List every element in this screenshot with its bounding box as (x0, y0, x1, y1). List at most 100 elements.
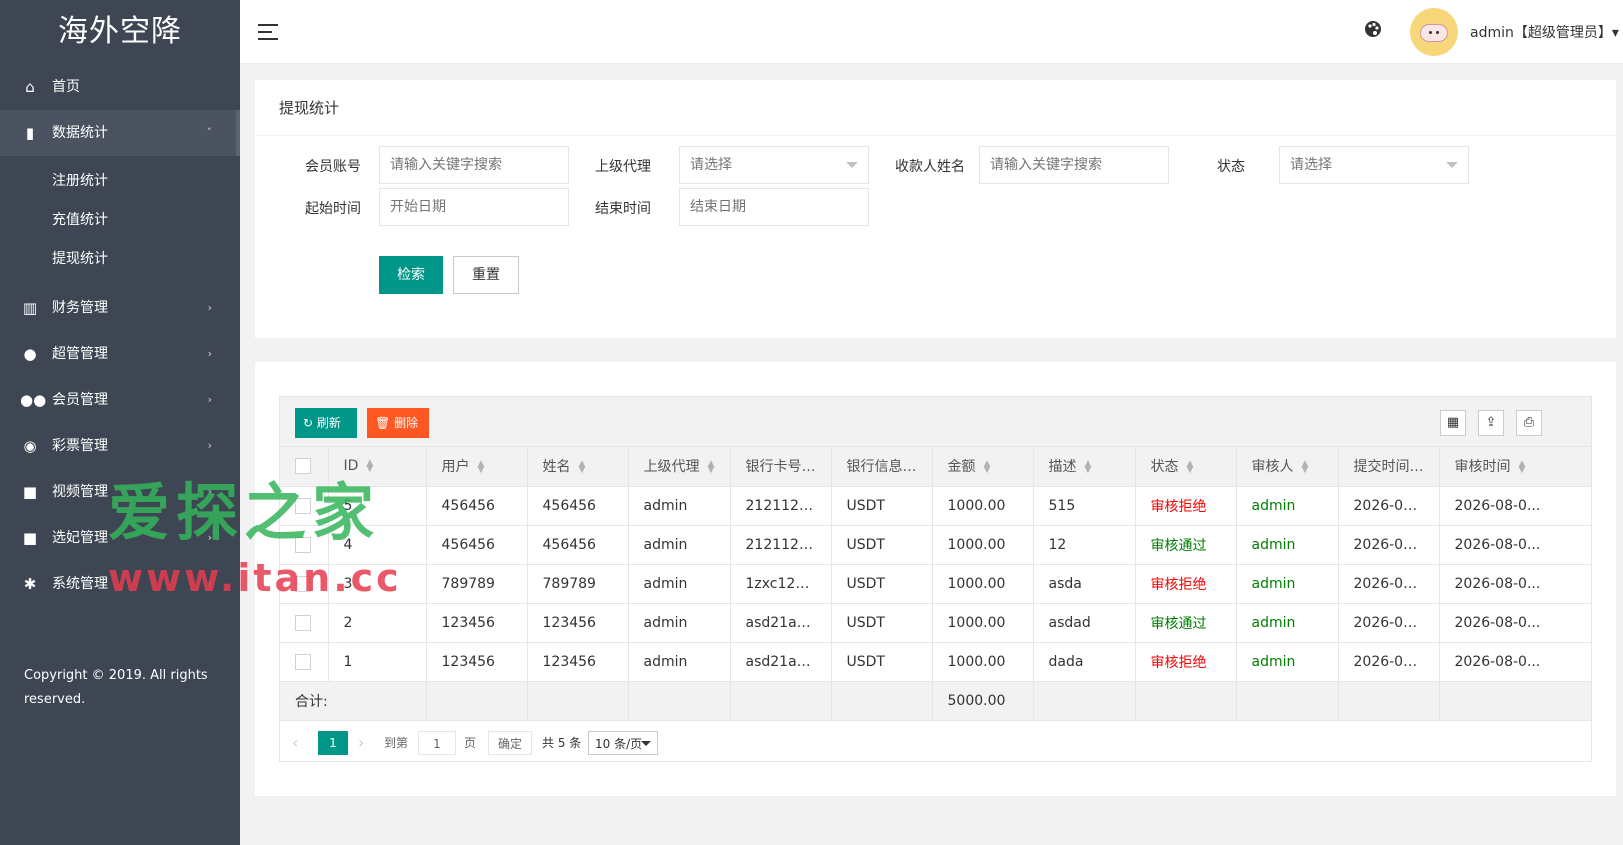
column-header[interactable]: 用户 ▲ ▼ (426, 447, 528, 487)
status-select[interactable]: 请选择 (1279, 146, 1469, 184)
column-header-label: 银行卡号 (745, 459, 802, 476)
column-header[interactable]: ID ▲ ▼ (328, 447, 427, 487)
export-icon[interactable]: ⇪ (1478, 410, 1504, 436)
cell-agent: admin (628, 642, 731, 682)
app-logo: 海外空降 (58, 14, 182, 49)
payee-name-input[interactable]: 请输入关键字搜索 (979, 146, 1169, 184)
columns-filter-icon[interactable]: ▦ (1440, 410, 1466, 436)
sidebar-item-label: 系统管理 (52, 576, 108, 592)
sort-icon[interactable]: ▲ ▼ (579, 460, 586, 475)
column-header[interactable]: 姓名 ▲ ▼ (527, 447, 629, 487)
table-row[interactable]: 5 456456 456456 admin 21211212 USDT 1000.00 515… (280, 486, 1591, 526)
column-header[interactable]: 状态 ▲ ▼ (1135, 447, 1237, 487)
column-header-label: 描述 (1048, 459, 1077, 476)
print-icon[interactable]: ⎙ (1516, 410, 1542, 436)
prev-page-icon[interactable]: ‹ (292, 731, 298, 755)
cell-card: 21211212 (730, 486, 832, 526)
start-date-input[interactable]: 开始日期 (379, 188, 569, 226)
cell-id: 2 (328, 603, 427, 643)
end-date-input[interactable]: 结束日期 (679, 188, 869, 226)
column-header[interactable]: 审核时间 ▲ ▼ (1439, 447, 1591, 487)
pagination: ‹ 1 › 到第 1 页 确定 共 5 条 10 条/页 (280, 723, 1591, 763)
table-row[interactable]: 3 789789 789789 admin 1zxc1212... USDT 1000.00… (280, 564, 1591, 604)
refresh-label: 刷新 (316, 416, 341, 430)
sidebar-subitem-1[interactable]: 充值统计 (0, 201, 240, 240)
sidebar-item-8[interactable]: ✱ 系统管理 › (0, 561, 240, 607)
row-select-cell (280, 525, 329, 565)
parent-agent-select[interactable]: 请选择 (679, 146, 869, 184)
select-all-checkbox[interactable] (295, 458, 311, 475)
data-table: ID ▲ ▼ 用户 ▲ ▼ 姓名 ▲ ▼ 上级代理 ▲ ▼ 银行卡号 ▲ ▼ 银行信息 ▲ ▼ 金额 ▲ ▼ 描述 ▲ ▼ 状态… (280, 447, 1591, 721)
cell-submit-time: 2026-08-... (1338, 603, 1440, 643)
gear-icon: ✱ (23, 575, 37, 593)
member-account-label: 会员账号 (305, 159, 361, 175)
sort-icon[interactable]: ▲ ▼ (1187, 460, 1194, 475)
column-header-label: 状态 (1150, 459, 1179, 476)
page-suffix-label: 页 (464, 736, 477, 750)
sidebar-subitem-2[interactable]: 提现统计 (0, 240, 240, 279)
sidebar-item-0[interactable]: ⌂ 首页 (0, 64, 240, 110)
column-header[interactable]: 金额 ▲ ▼ (932, 447, 1034, 487)
column-header[interactable]: 银行信息 ▲ ▼ (831, 447, 933, 487)
avatar[interactable] (1410, 8, 1458, 56)
goto-page-input[interactable]: 1 (418, 731, 456, 755)
sidebar-subitem-0[interactable]: 注册统计 (0, 162, 240, 201)
sidebar-item-7[interactable]: ■ 选妃管理 › (0, 515, 240, 561)
cell-user: 789789 (426, 564, 528, 604)
cell-desc: dada (1033, 642, 1136, 682)
cell-status: 审核拒绝 (1135, 486, 1237, 526)
table-row[interactable]: 1 123456 123456 admin asd21a1... USDT 1000.00 d… (280, 642, 1591, 682)
chevron-right-icon: › (207, 439, 212, 452)
bank-icon: ▥ (22, 299, 38, 317)
table-row[interactable]: 4 456456 456456 admin 21211212 USDT 1000.00 12 审… (280, 525, 1591, 565)
sort-icon[interactable]: ▲ ▼ (478, 460, 485, 475)
total-empty-cell (1033, 681, 1136, 721)
sidebar-item-5[interactable]: ◉ 彩票管理 › (0, 423, 240, 469)
total-empty-cell (426, 681, 528, 721)
reset-button[interactable]: 重置 (453, 256, 519, 294)
column-header[interactable]: 提交时间 ▲ ▼ (1338, 447, 1440, 487)
chevron-right-icon: › (207, 347, 212, 360)
palette-icon[interactable] (1362, 20, 1384, 42)
cell-card: asd21a1... (730, 642, 832, 682)
search-button[interactable]: 检索 (379, 256, 443, 294)
user-menu[interactable]: admin【超级管理员】▾ (1470, 22, 1619, 42)
row-checkbox[interactable] (295, 536, 311, 553)
sort-icon[interactable]: ▲ ▼ (366, 459, 373, 474)
cell-amount: 1000.00 (932, 564, 1034, 604)
column-header[interactable]: 上级代理 ▲ ▼ (628, 447, 731, 487)
page-size-select[interactable]: 10 条/页 (588, 731, 658, 755)
sidebar-item-1[interactable]: ▮ 数据统计 ˅ (0, 110, 240, 156)
sort-icon[interactable]: ▲ ▼ (1085, 460, 1092, 475)
sidebar-item-4[interactable]: ●● 会员管理 › (0, 377, 240, 423)
current-page-button[interactable]: 1 (318, 731, 348, 755)
row-checkbox[interactable] (295, 575, 311, 592)
goto-confirm-button[interactable]: 确定 (488, 731, 532, 755)
sidebar-item-6[interactable]: ■ 视频管理 › (0, 469, 240, 515)
table-row[interactable]: 2 123456 123456 admin asd21a1... USDT 1000.00 a… (280, 603, 1591, 643)
column-header[interactable]: 审核人 ▲ ▼ (1236, 447, 1339, 487)
row-checkbox[interactable] (295, 614, 311, 631)
row-checkbox[interactable] (295, 497, 311, 514)
sort-icon[interactable]: ▲ ▼ (708, 460, 715, 475)
sort-icon[interactable]: ▲ ▼ (1519, 460, 1526, 475)
menu-toggle-icon[interactable] (258, 24, 278, 40)
member-account-input[interactable]: 请输入关键字搜索 (379, 146, 569, 184)
column-header[interactable]: 银行卡号 ▲ ▼ (730, 447, 832, 487)
cell-card: 1zxc1212... (730, 564, 832, 604)
cell-bank: USDT (831, 564, 933, 604)
cell-card: asd21a1... (730, 603, 832, 643)
sidebar-item-label: 首页 (52, 79, 80, 95)
column-header-label: 审核时间 (1454, 459, 1511, 476)
sidebar-item-3[interactable]: ● 超管管理 › (0, 331, 240, 377)
column-header[interactable]: 描述 ▲ ▼ (1033, 447, 1136, 487)
row-checkbox[interactable] (295, 653, 311, 670)
delete-button[interactable]: 🗑 删除 (367, 408, 429, 438)
cell-status: 审核拒绝 (1135, 642, 1237, 682)
data-table-wrapper: ↻ 刷新 🗑 删除 ▦ ⇪ ⎙ ID ▲ ▼ 用户 ▲ ▼ 姓名 ▲ ▼ 上级代理 ▲ ▼ 银行卡号 ▲ ▼… (279, 396, 1592, 762)
sidebar-item-2[interactable]: ▥ 财务管理 › (0, 285, 240, 331)
sort-icon[interactable]: ▲ ▼ (1302, 460, 1309, 475)
sort-icon[interactable]: ▲ ▼ (984, 460, 991, 475)
refresh-button[interactable]: ↻ 刷新 (295, 408, 357, 438)
next-page-icon[interactable]: › (358, 731, 364, 755)
